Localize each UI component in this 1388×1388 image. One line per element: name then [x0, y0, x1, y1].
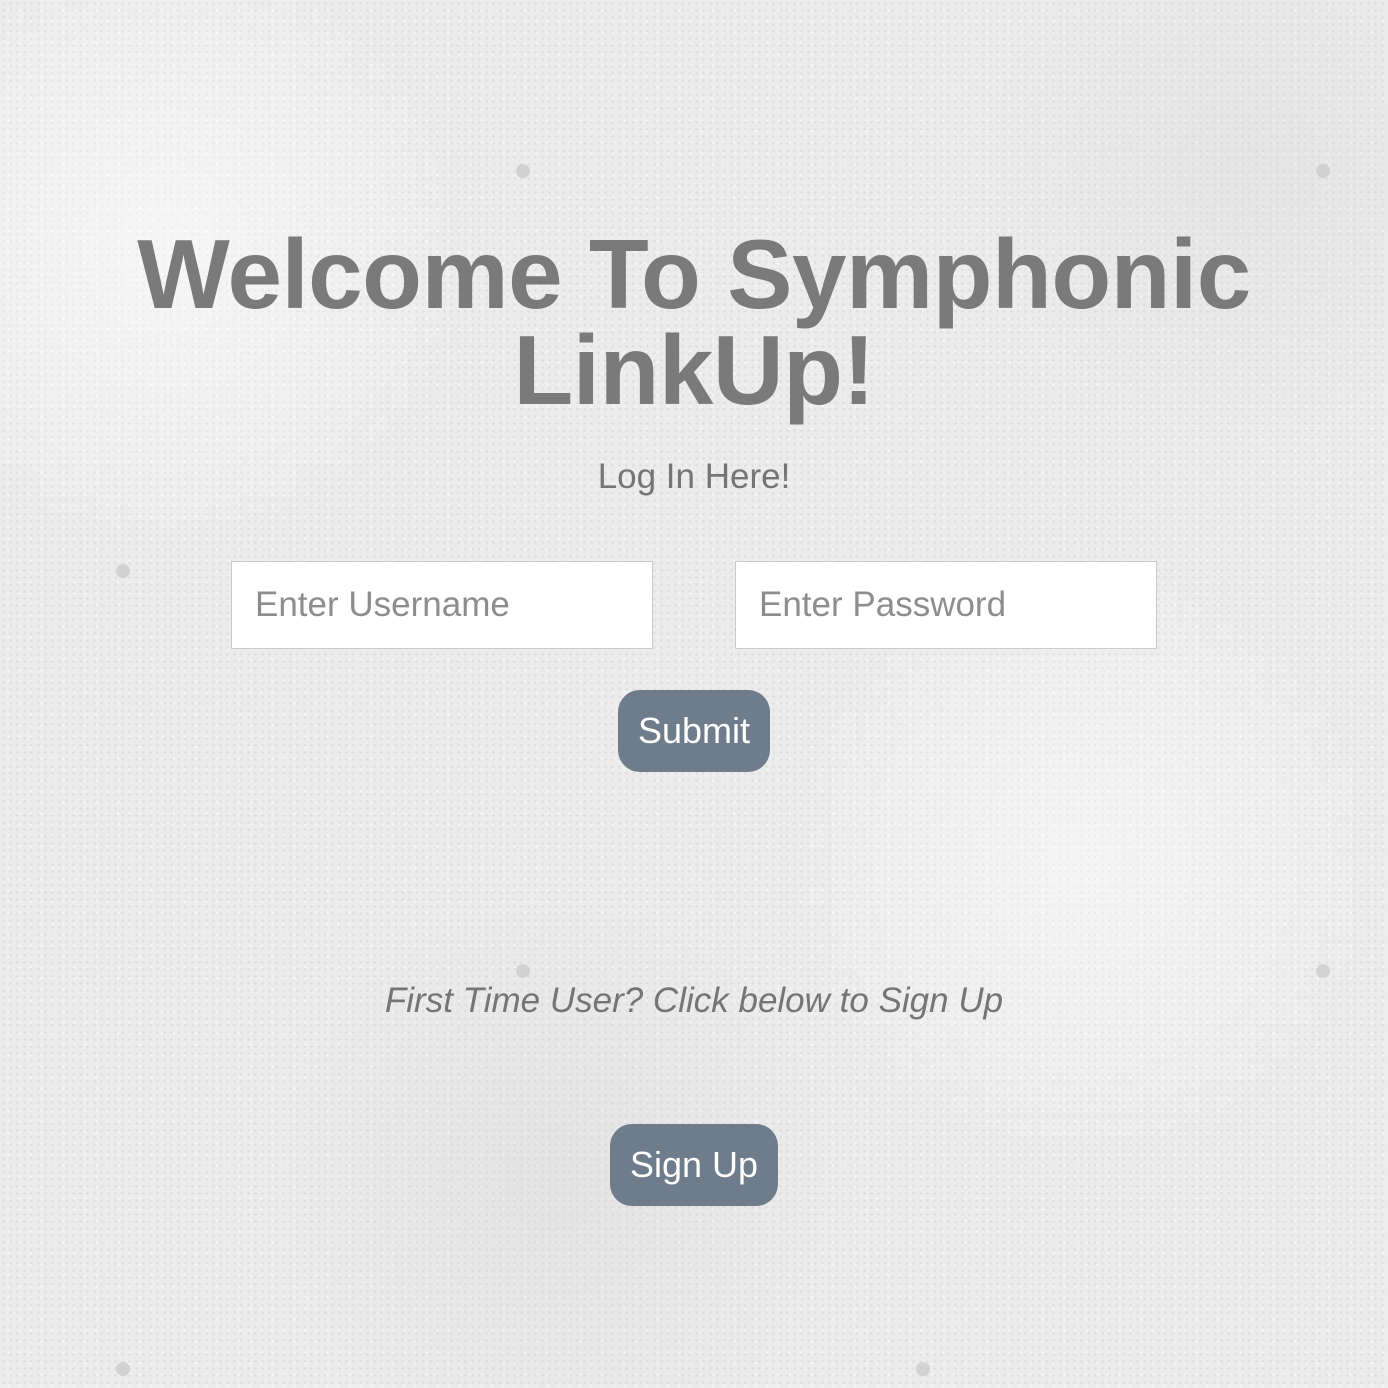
- password-input[interactable]: [735, 561, 1157, 649]
- username-input[interactable]: [231, 561, 653, 649]
- login-page: Welcome To Symphonic LinkUp! Log In Here…: [0, 0, 1388, 1388]
- submit-button[interactable]: Submit: [618, 690, 770, 772]
- login-subtitle: Log In Here!: [597, 457, 791, 496]
- sign-up-button[interactable]: Sign Up: [610, 1124, 778, 1206]
- page-title: Welcome To Symphonic LinkUp!: [137, 219, 1251, 425]
- signup-prompt: First Time User? Click below to Sign Up: [384, 981, 1004, 1020]
